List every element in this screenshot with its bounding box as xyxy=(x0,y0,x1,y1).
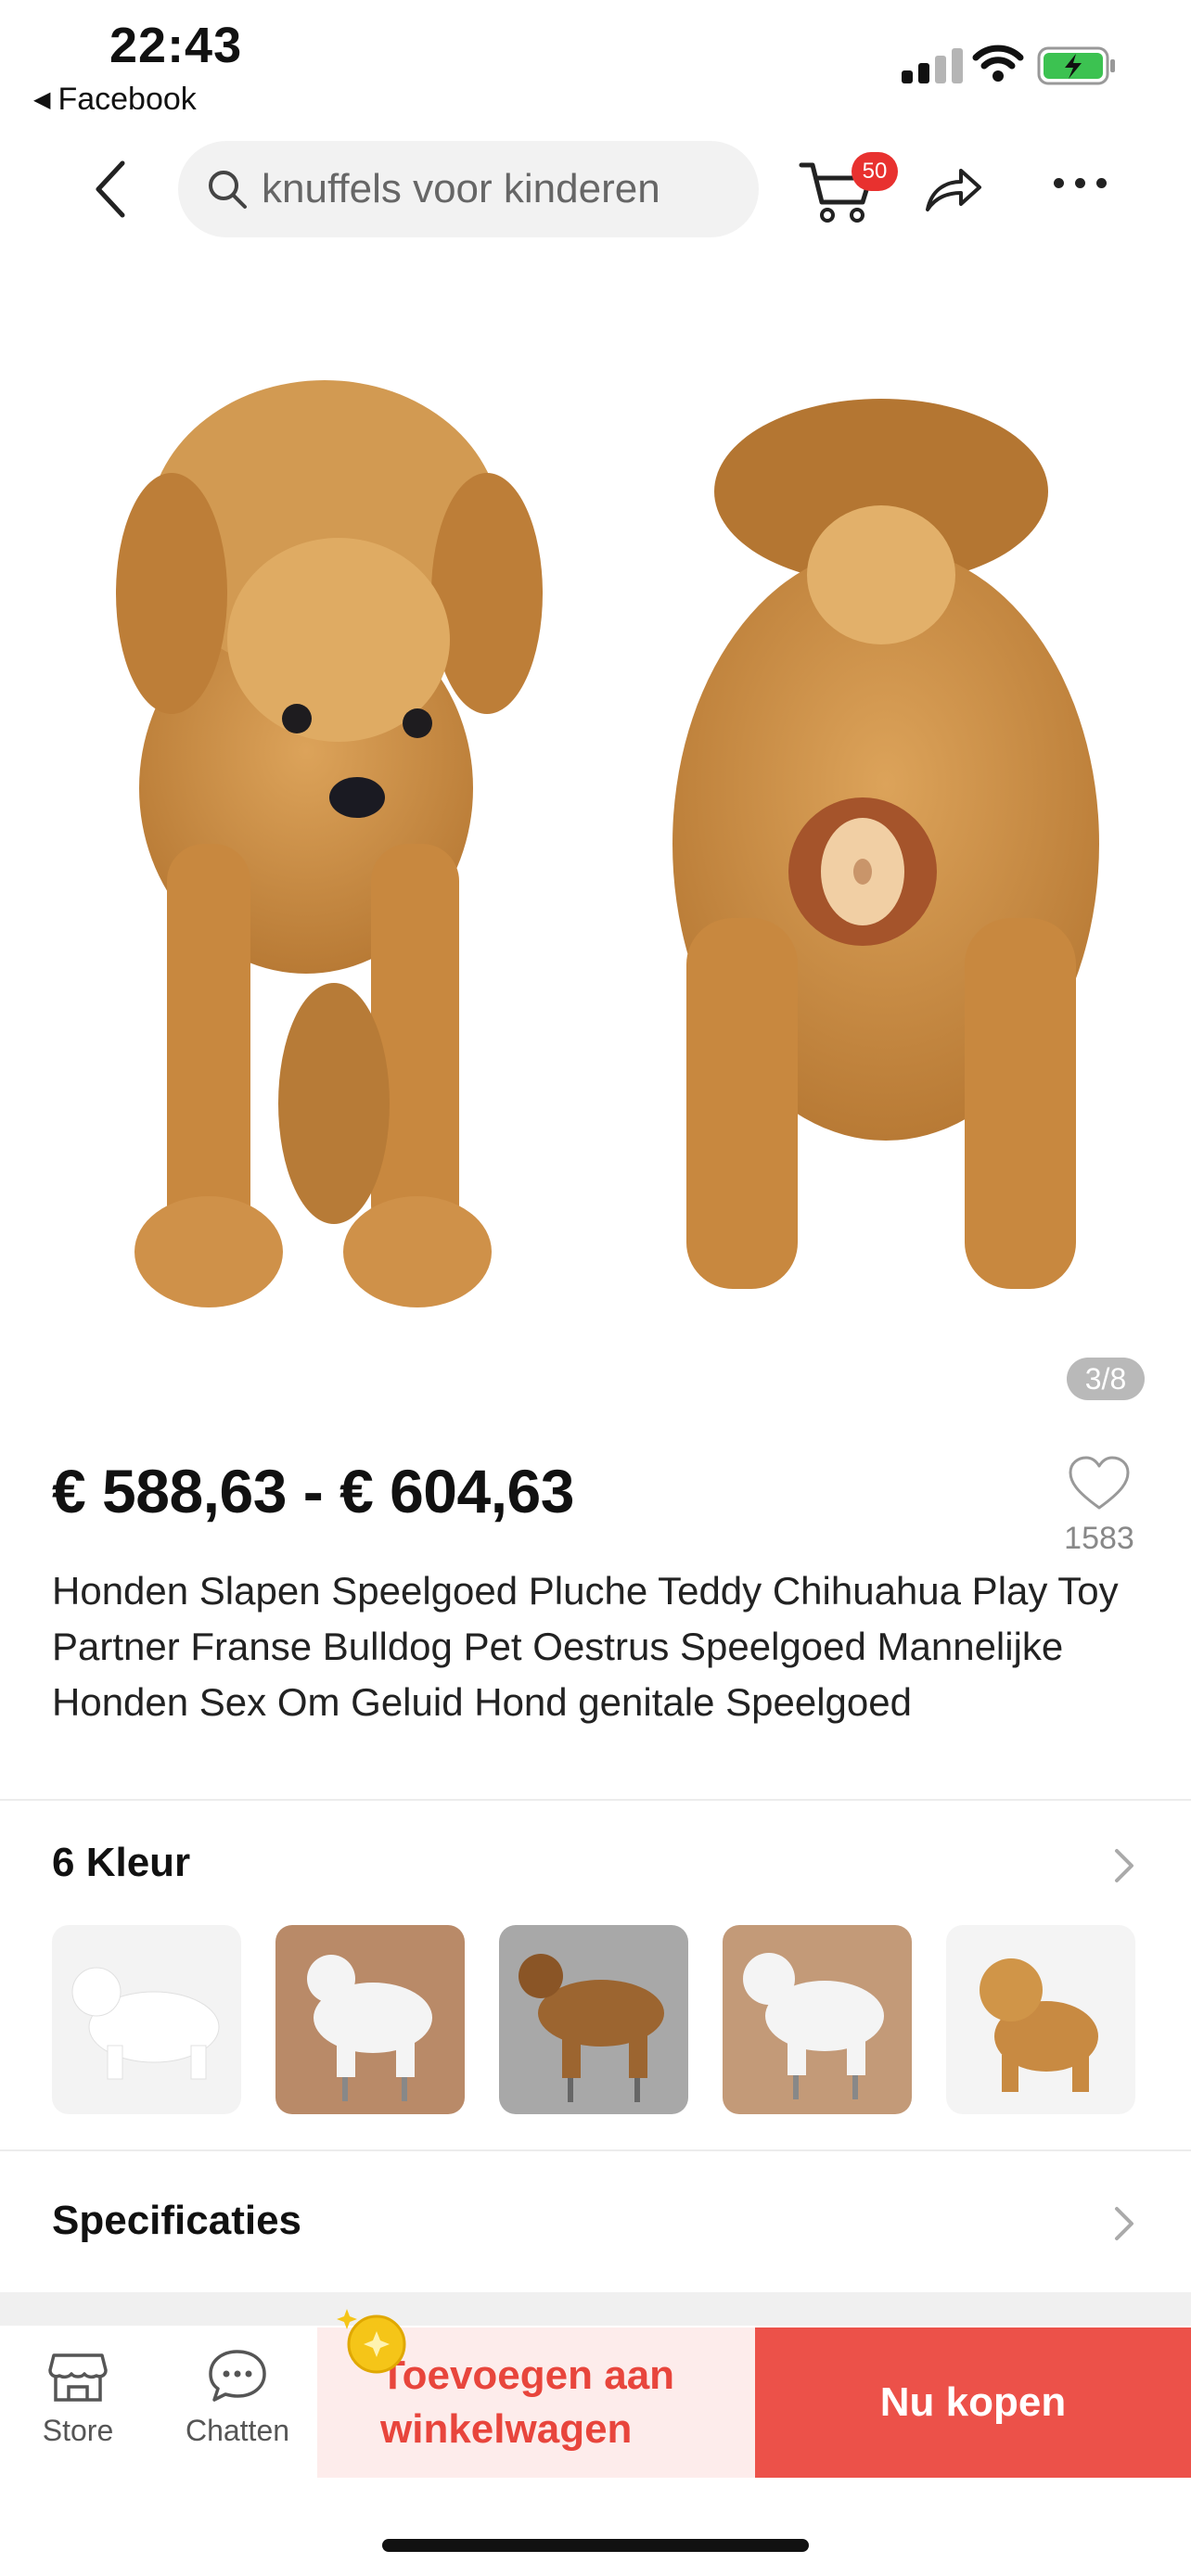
color-variant-golden[interactable] xyxy=(946,1925,1135,2114)
color-variant-white[interactable] xyxy=(52,1925,241,2114)
cart-count-badge: 50 xyxy=(852,152,898,191)
share-icon[interactable] xyxy=(924,163,983,215)
chevron-right-icon[interactable] xyxy=(1109,2203,1137,2244)
back-button[interactable] xyxy=(83,156,139,223)
add-to-cart-label-line2: winkelwagen xyxy=(380,2406,633,2452)
toy-front-view xyxy=(116,380,543,1307)
specs-section-heading[interactable]: Specificaties xyxy=(52,2198,301,2244)
add-to-cart-label-line1: Toevoegen aan xyxy=(380,2353,675,2398)
status-time: 22:43 xyxy=(109,18,243,73)
color-variant-brown[interactable] xyxy=(499,1925,688,2114)
cellular-signal-icon xyxy=(902,48,963,83)
store-label: Store xyxy=(42,2414,114,2447)
search-query: knuffels voor kinderen xyxy=(262,166,660,211)
search-bar[interactable]: knuffels voor kinderen xyxy=(178,141,759,237)
color-variant-white-stand-2[interactable] xyxy=(723,1925,912,2114)
back-triangle-icon: ◀ xyxy=(33,87,51,112)
wifi-icon xyxy=(972,45,1024,82)
divider xyxy=(0,2149,1191,2151)
wishlist-count: 1583 xyxy=(1064,1521,1134,1556)
chevron-right-icon[interactable] xyxy=(1109,1845,1137,1886)
chat-icon xyxy=(209,2350,266,2402)
battery-charging-icon xyxy=(1037,46,1115,85)
search-icon xyxy=(209,171,247,209)
color-section-heading[interactable]: 6 Kleur xyxy=(52,1840,190,1886)
chat-label: Chatten xyxy=(185,2414,290,2447)
product-title: Honden Slapen Speelgoed Pluche Teddy Chi… xyxy=(52,1569,1119,1724)
store-button[interactable]: Store xyxy=(37,2346,119,2448)
product-price: € 588,63 - € 604,63 xyxy=(52,1457,574,1525)
color-variant-list xyxy=(52,1925,1135,2114)
buy-now-button[interactable]: Nu kopen xyxy=(755,2327,1191,2478)
store-icon xyxy=(48,2353,108,2402)
product-image[interactable] xyxy=(0,269,1191,1409)
back-app-label: Facebook xyxy=(58,82,197,117)
wishlist-heart-icon[interactable] xyxy=(1067,1454,1132,1513)
coin-sparkle-icon xyxy=(337,2309,406,2374)
back-to-app-link[interactable]: ◀ Facebook xyxy=(33,82,197,118)
gallery-page-indicator: 3/8 xyxy=(1067,1358,1145,1400)
more-options-icon[interactable] xyxy=(1054,178,1107,188)
section-separator xyxy=(0,2292,1191,2326)
chat-button[interactable]: Chatten xyxy=(182,2346,293,2448)
divider xyxy=(0,1799,1191,1801)
toy-back-view xyxy=(672,399,1099,1289)
color-variant-white-stand[interactable] xyxy=(275,1925,465,2114)
home-indicator[interactable] xyxy=(382,2539,809,2552)
